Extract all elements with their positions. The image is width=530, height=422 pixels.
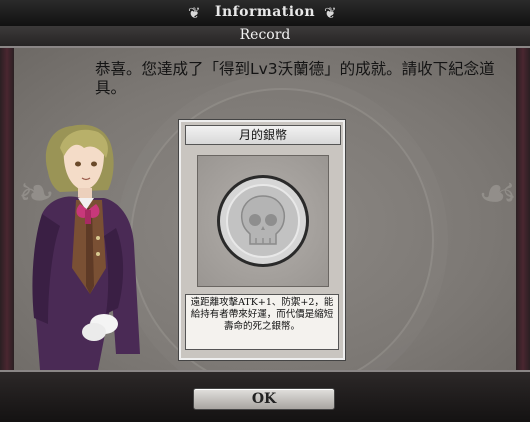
ok-button[interactable]: OK — [193, 388, 335, 410]
achievement-message: 恭喜。您達成了「得到Lv3沃蘭德」的成就。請收下紀念道具。 — [95, 60, 495, 97]
right-frame — [516, 48, 530, 370]
section-bar: Record — [0, 26, 530, 48]
item-card: 月的銀幣 遠距離攻擊ATK+1、防禦+2，能給持有者帶來好運，而代價是縮短壽命的… — [178, 119, 346, 361]
item-name: 月的銀幣 — [185, 125, 341, 145]
right-flourish-icon: ☙ — [478, 168, 518, 219]
skull-coin-icon — [217, 175, 309, 267]
item-art — [197, 155, 329, 287]
section-title: Record — [239, 27, 291, 43]
right-ornament-icon: ❦ — [324, 4, 337, 22]
window-title: Information — [214, 4, 316, 20]
character-portrait — [20, 118, 160, 370]
item-description: 遠距離攻擊ATK+1、防禦+2，能給持有者帶來好運，而代價是縮短壽命的死之銀幣。 — [185, 294, 339, 350]
header-bar: ❦ Information ❦ — [0, 0, 530, 27]
character-figure — [32, 124, 140, 370]
footer-bar: OK — [0, 370, 530, 422]
left-frame — [0, 48, 14, 370]
